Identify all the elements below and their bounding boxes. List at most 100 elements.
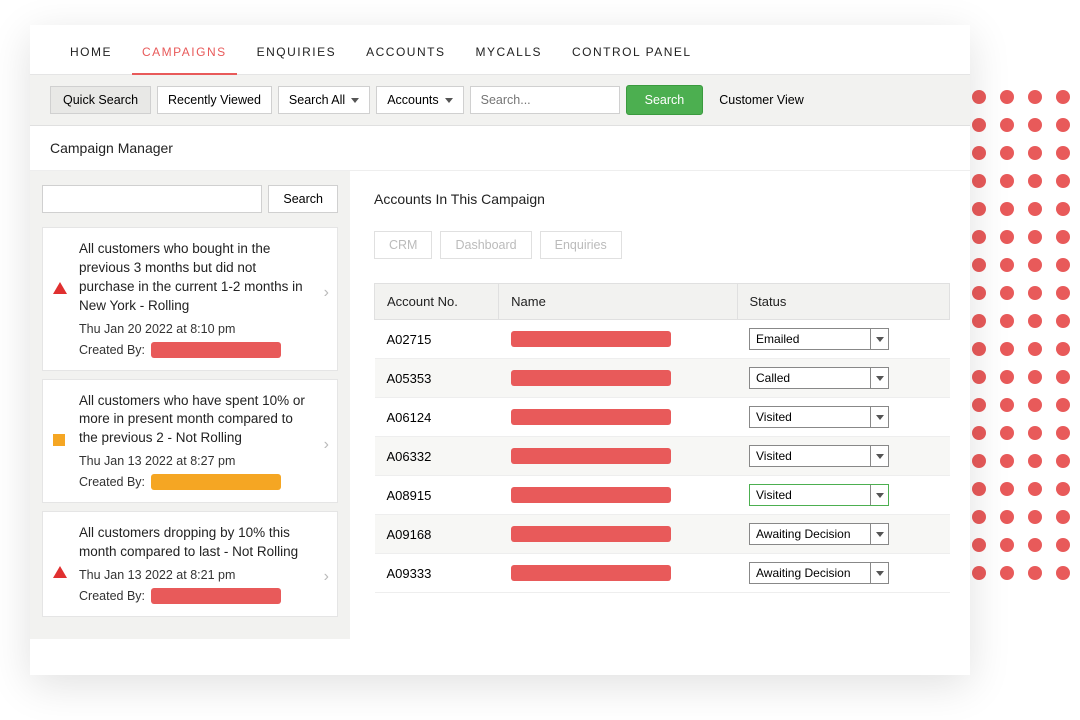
table-row: A08915 Visited <box>375 476 950 515</box>
campaign-sidebar: Search › All customers who bought in the … <box>30 171 350 639</box>
name-cell <box>499 437 737 476</box>
page-title: Campaign Manager <box>30 126 970 171</box>
name-cell <box>499 515 737 554</box>
campaign-date: Thu Jan 13 2022 at 8:27 pm <box>79 454 313 468</box>
status-value: Visited <box>750 446 870 466</box>
caret-down-icon <box>870 368 888 388</box>
status-dropdown[interactable]: Visited <box>749 406 889 428</box>
campaign-item[interactable]: › All customers dropping by 10% this mont… <box>42 511 338 617</box>
redacted-name <box>511 487 671 503</box>
table-body: A02715EmailedA05353CalledA06124VisitedA0… <box>375 320 950 593</box>
accounts-dropdown[interactable]: Accounts <box>376 86 463 114</box>
campaign-created-by: Created By: <box>79 474 313 490</box>
campaign-title: All customers who have spent 10% or more… <box>79 392 313 449</box>
nav-item-mycalls[interactable]: MYCALLS <box>465 45 552 74</box>
campaign-date: Thu Jan 20 2022 at 8:10 pm <box>79 322 313 336</box>
table-row: A05353 Called <box>375 359 950 398</box>
app-window: HOME CAMPAIGNS ENQUIRIES ACCOUNTS MYCALLS CON… <box>30 25 970 675</box>
redacted-name <box>511 448 671 464</box>
name-cell <box>499 320 737 359</box>
campaign-created-by: Created By: <box>79 342 313 358</box>
nav-item-campaigns[interactable]: CAMPAIGNS <box>132 45 237 75</box>
table-row: A09168Awaiting Decision <box>375 515 950 554</box>
search-input[interactable] <box>470 86 620 114</box>
customer-view-link[interactable]: Customer View <box>709 87 814 113</box>
caret-down-icon <box>870 524 888 544</box>
search-all-label: Search All <box>289 93 345 107</box>
nav-item-home[interactable]: HOME <box>60 45 122 74</box>
main-title: Accounts In This Campaign <box>374 191 950 207</box>
caret-down-icon <box>870 446 888 466</box>
campaign-date: Thu Jan 13 2022 at 8:21 pm <box>79 568 313 582</box>
account-no-cell: A05353 <box>375 359 499 398</box>
campaign-title: All customers dropping by 10% this month… <box>79 524 313 562</box>
tab-row: CRM Dashboard Enquiries <box>374 231 950 259</box>
table-row: A02715Emailed <box>375 320 950 359</box>
recently-viewed-label[interactable]: Recently Viewed <box>157 86 272 114</box>
nav-item-accounts[interactable]: ACCOUNTS <box>356 45 455 74</box>
caret-down-icon <box>870 329 888 349</box>
account-no-cell: A06332 <box>375 437 499 476</box>
campaign-item[interactable]: ›All customers who have spent 10% or mor… <box>42 379 338 504</box>
tab-dashboard[interactable]: Dashboard <box>440 231 531 259</box>
caret-down-icon <box>870 563 888 583</box>
redacted-name <box>511 409 671 425</box>
column-header: Name <box>499 284 737 320</box>
column-header: Account No. <box>375 284 499 320</box>
status-cell: Emailed <box>737 320 949 359</box>
redacted-name <box>151 588 281 604</box>
status-cell: Called <box>737 359 949 398</box>
status-dropdown[interactable]: Called <box>749 367 889 389</box>
status-dropdown[interactable]: Awaiting Decision <box>749 562 889 584</box>
name-cell <box>499 476 737 515</box>
column-header: Status <box>737 284 949 320</box>
account-no-cell: A08915 <box>375 476 499 515</box>
nav-item-enquiries[interactable]: ENQUIRIES <box>247 45 347 74</box>
campaign-title: All customers who bought in the previous… <box>79 240 313 316</box>
status-value: Called <box>750 368 870 388</box>
campaign-created-by: Created By: <box>79 588 313 604</box>
chevron-right-icon: › <box>324 568 329 586</box>
search-toolbar: Quick Search Recently Viewed Search All … <box>30 75 970 126</box>
sidebar-search: Search <box>42 185 338 213</box>
status-value: Awaiting Decision <box>750 524 870 544</box>
status-cell: Visited <box>737 437 949 476</box>
search-all-dropdown[interactable]: Search All <box>278 86 370 114</box>
account-no-cell: A06124 <box>375 398 499 437</box>
triangle-icon <box>53 282 67 294</box>
quick-search-button[interactable]: Quick Search <box>50 86 151 114</box>
sidebar-search-button[interactable]: Search <box>268 185 338 213</box>
caret-down-icon <box>870 407 888 427</box>
table-header-row: Account No.NameStatus <box>375 284 950 320</box>
redacted-name <box>151 474 281 490</box>
top-nav: HOME CAMPAIGNS ENQUIRIES ACCOUNTS MYCALLS CON… <box>30 25 970 75</box>
caret-down-icon <box>351 98 359 103</box>
status-dropdown[interactable]: Awaiting Decision <box>749 523 889 545</box>
search-button[interactable]: Search <box>626 85 704 115</box>
status-cell: Awaiting Decision <box>737 554 949 593</box>
table-row: A06124 Visited <box>375 398 950 437</box>
status-dropdown[interactable]: Emailed <box>749 328 889 350</box>
table-row: A09333Awaiting Decision <box>375 554 950 593</box>
status-value: Visited <box>750 485 870 505</box>
name-cell <box>499 359 737 398</box>
square-icon <box>53 434 65 446</box>
content-area: Search › All customers who bought in the … <box>30 171 970 639</box>
accounts-table: Account No.NameStatus A02715EmailedA0535… <box>374 283 950 593</box>
decorative-dots <box>960 90 1080 594</box>
main-panel: Accounts In This Campaign CRM Dashboard En… <box>350 171 970 639</box>
nav-item-control-panel[interactable]: CONTROL PANEL <box>562 45 702 74</box>
redacted-name <box>151 342 281 358</box>
status-dropdown[interactable]: Visited <box>749 445 889 467</box>
redacted-name <box>511 370 671 386</box>
status-value: Emailed <box>750 329 870 349</box>
status-dropdown[interactable]: Visited <box>749 484 889 506</box>
tab-enquiries[interactable]: Enquiries <box>540 231 622 259</box>
campaign-item[interactable]: ›All customers who bought in the previou… <box>42 227 338 371</box>
status-cell: Awaiting Decision <box>737 515 949 554</box>
sidebar-search-input[interactable] <box>42 185 262 213</box>
redacted-name <box>511 526 671 542</box>
campaign-list: › All customers who bought in the previou… <box>42 227 338 617</box>
tab-crm[interactable]: CRM <box>374 231 432 259</box>
status-cell: Visited <box>737 476 949 515</box>
